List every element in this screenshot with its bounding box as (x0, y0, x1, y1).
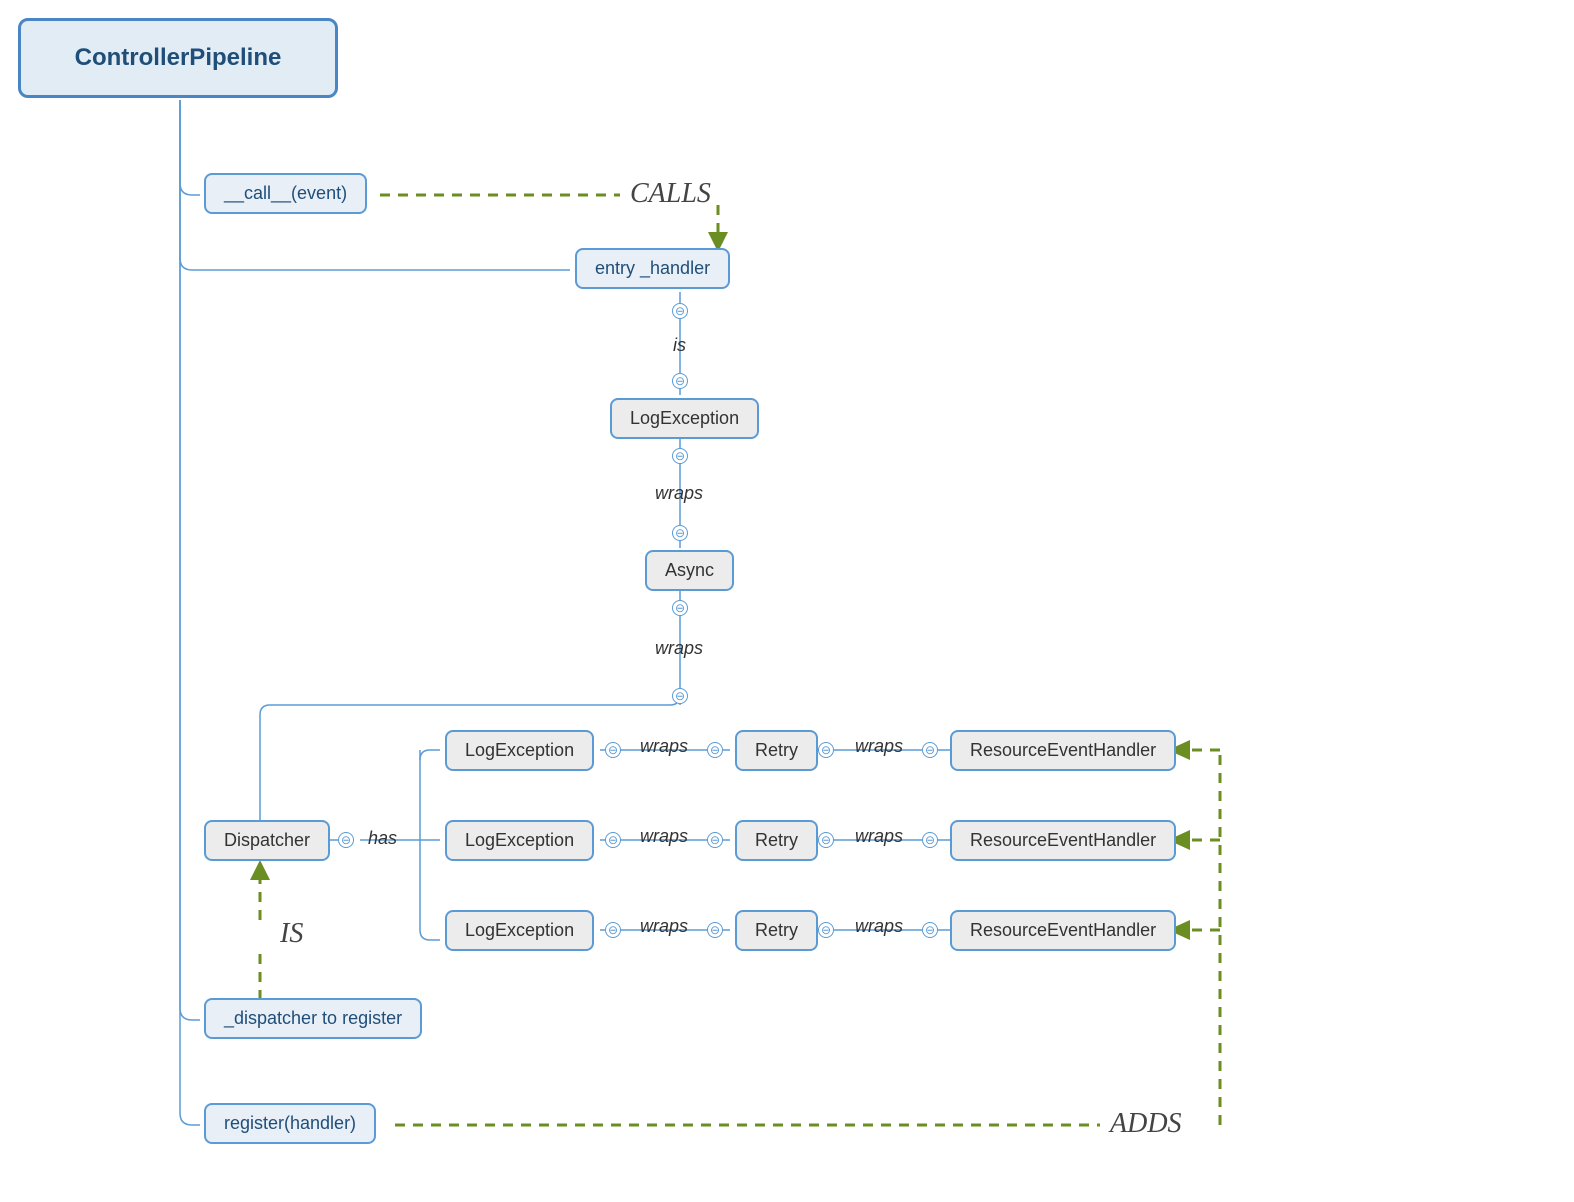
row2-retry-node[interactable]: Retry (735, 820, 818, 861)
register-handler-node[interactable]: register(handler) (204, 1103, 376, 1144)
row1-retry-node[interactable]: Retry (735, 730, 818, 771)
collapse-icon[interactable]: ⊖ (672, 303, 688, 319)
collapse-icon[interactable]: ⊖ (672, 688, 688, 704)
adds-label: ADDS (1110, 1108, 1182, 1140)
call-event-label: __call__(event) (224, 183, 347, 204)
log-exception-top-node[interactable]: LogException (610, 398, 759, 439)
collapse-icon[interactable]: ⊖ (672, 600, 688, 616)
collapse-icon[interactable]: ⊖ (818, 922, 834, 938)
is-small-label: is (673, 335, 686, 356)
collapse-icon[interactable]: ⊖ (922, 832, 938, 848)
async-node[interactable]: Async (645, 550, 734, 591)
wraps-1-label: wraps (655, 483, 703, 504)
has-label: has (368, 828, 397, 849)
row1-log-label: LogException (465, 740, 574, 761)
row1-reh-label: ResourceEventHandler (970, 740, 1156, 761)
row3-reh-node[interactable]: ResourceEventHandler (950, 910, 1176, 951)
collapse-icon[interactable]: ⊖ (672, 525, 688, 541)
row2-log-label: LogException (465, 830, 574, 851)
collapse-icon[interactable]: ⊖ (338, 832, 354, 848)
row3-log-label: LogException (465, 920, 574, 941)
collapse-icon[interactable]: ⊖ (818, 742, 834, 758)
dispatcher-label: Dispatcher (224, 830, 310, 851)
async-label: Async (665, 560, 714, 581)
root-label: ControllerPipeline (75, 44, 282, 72)
dispatcher-to-register-label: _dispatcher to register (224, 1008, 402, 1029)
collapse-icon[interactable]: ⊖ (922, 922, 938, 938)
collapse-icon[interactable]: ⊖ (605, 742, 621, 758)
row1-retry-label: Retry (755, 740, 798, 761)
row1-wraps-b: wraps (855, 736, 903, 757)
collapse-icon[interactable]: ⊖ (707, 832, 723, 848)
collapse-icon[interactable]: ⊖ (672, 448, 688, 464)
row2-wraps-b: wraps (855, 826, 903, 847)
root-node[interactable]: ControllerPipeline (18, 18, 338, 98)
row1-log-node[interactable]: LogException (445, 730, 594, 771)
entry-handler-node[interactable]: entry _handler (575, 248, 730, 289)
dispatcher-node[interactable]: Dispatcher (204, 820, 330, 861)
collapse-icon[interactable]: ⊖ (818, 832, 834, 848)
collapse-icon[interactable]: ⊖ (707, 922, 723, 938)
collapse-icon[interactable]: ⊖ (605, 832, 621, 848)
row2-reh-label: ResourceEventHandler (970, 830, 1156, 851)
call-event-node[interactable]: __call__(event) (204, 173, 367, 214)
row3-wraps-a: wraps (640, 916, 688, 937)
collapse-icon[interactable]: ⊖ (605, 922, 621, 938)
dispatcher-to-register-node[interactable]: _dispatcher to register (204, 998, 422, 1039)
row2-retry-label: Retry (755, 830, 798, 851)
row3-retry-node[interactable]: Retry (735, 910, 818, 951)
row3-log-node[interactable]: LogException (445, 910, 594, 951)
row2-log-node[interactable]: LogException (445, 820, 594, 861)
row2-reh-node[interactable]: ResourceEventHandler (950, 820, 1176, 861)
log-exception-top-label: LogException (630, 408, 739, 429)
row3-retry-label: Retry (755, 920, 798, 941)
entry-handler-label: entry _handler (595, 258, 710, 279)
row1-reh-node[interactable]: ResourceEventHandler (950, 730, 1176, 771)
row3-wraps-b: wraps (855, 916, 903, 937)
wraps-2-label: wraps (655, 638, 703, 659)
is-big-label: IS (280, 918, 303, 950)
row1-wraps-a: wraps (640, 736, 688, 757)
collapse-icon[interactable]: ⊖ (922, 742, 938, 758)
register-handler-label: register(handler) (224, 1113, 356, 1134)
row3-reh-label: ResourceEventHandler (970, 920, 1156, 941)
calls-label: CALLS (630, 178, 711, 210)
row2-wraps-a: wraps (640, 826, 688, 847)
collapse-icon[interactable]: ⊖ (707, 742, 723, 758)
collapse-icon[interactable]: ⊖ (672, 373, 688, 389)
